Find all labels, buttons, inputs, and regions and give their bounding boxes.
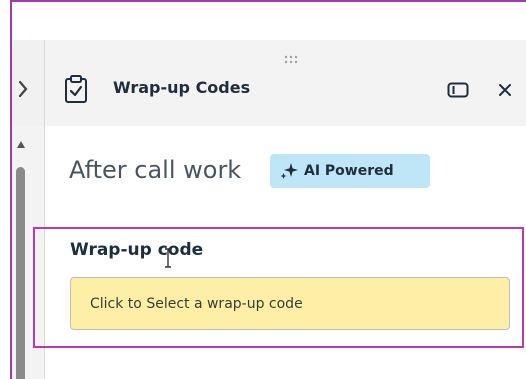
drag-handle-icon[interactable] [284,55,298,65]
panel-title: Wrap-up Codes [113,78,251,97]
scrollbar-thumb[interactable] [16,167,25,379]
clipboard-check-icon [65,75,87,103]
ai-powered-badge: AI Powered [270,154,430,188]
wrapup-code-label: Wrap-up code [70,240,204,260]
sparkle-icon [280,163,298,179]
scroll-up-arrow-icon[interactable] [16,139,26,149]
text-cursor-icon [165,248,171,268]
wrapup-code-select[interactable]: Click to Select a wrap-up code [70,277,510,330]
close-icon[interactable] [497,81,513,99]
panel-toggle-icon[interactable] [447,82,469,98]
section-heading: After call work [69,156,242,184]
chevron-right-icon[interactable] [16,78,30,100]
frame-top-border [10,0,526,2]
ai-badge-label: AI Powered [304,163,394,179]
